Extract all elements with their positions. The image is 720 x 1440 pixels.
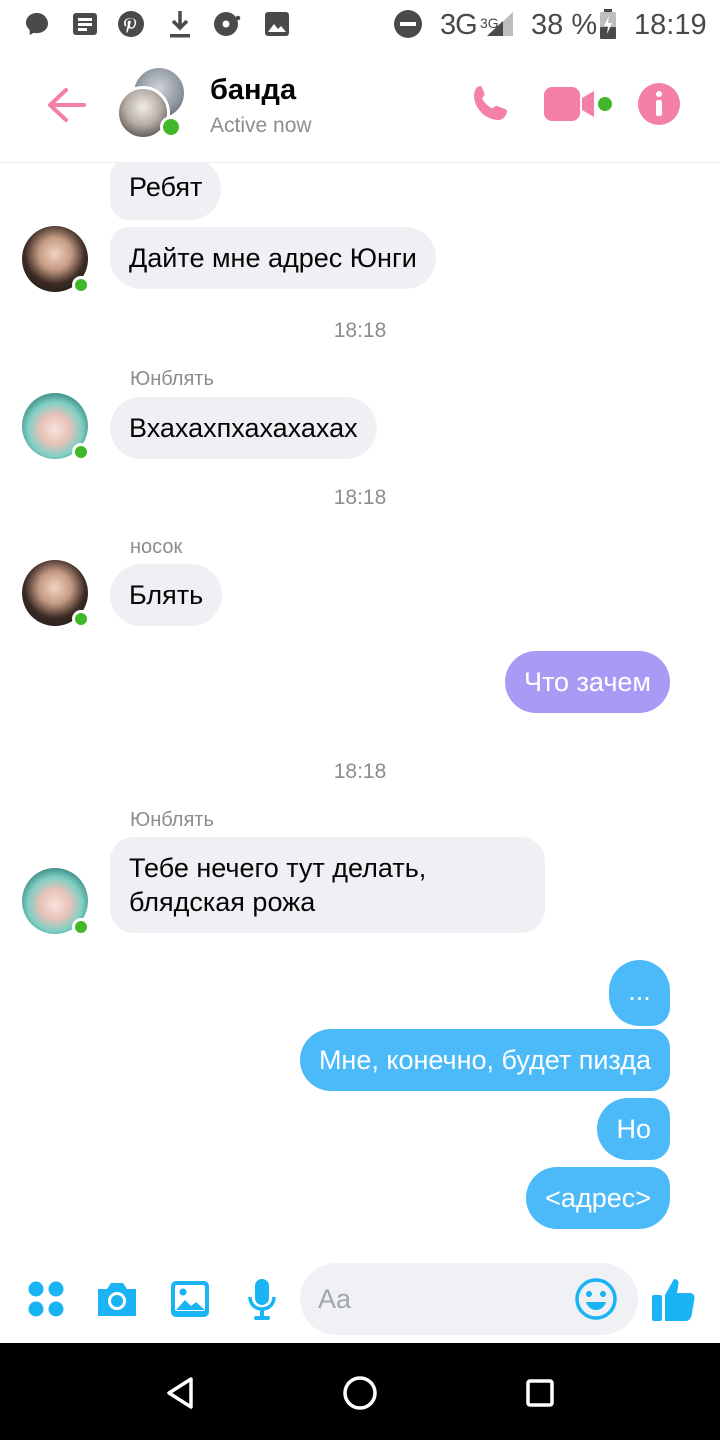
status-bar: 3G 3G 38 % 18:19 (0, 0, 720, 50)
message-bubble[interactable]: Тебе нечего тут делать, блядская рожа (110, 837, 545, 933)
like-button[interactable] (650, 1275, 698, 1323)
dnd-icon (393, 8, 423, 40)
avatar[interactable] (22, 868, 90, 936)
camera-icon (98, 1283, 136, 1316)
message-bubble[interactable]: Вхахахпхахахахах (110, 397, 377, 459)
thumbs-up-icon (652, 1279, 695, 1321)
back-button[interactable] (40, 80, 92, 130)
chat-title[interactable]: банда (210, 74, 296, 107)
group-avatar[interactable] (116, 68, 188, 140)
battery-icon (596, 8, 620, 40)
battery-percent: 38 % (531, 9, 598, 41)
chat-header: банда Active now (0, 50, 720, 163)
nav-home-button[interactable] (338, 1371, 382, 1415)
nav-back-button[interactable] (158, 1371, 202, 1415)
smiley-icon (575, 1278, 617, 1320)
video-call-button[interactable] (542, 80, 614, 128)
sender-name: Юнблять (130, 368, 214, 390)
image-icon (262, 8, 292, 40)
online-indicator (72, 918, 90, 936)
pinterest-icon (116, 8, 146, 40)
timestamp: 18:18 (333, 760, 387, 783)
image-icon (171, 1281, 209, 1317)
message-input-container[interactable] (300, 1263, 638, 1335)
timestamp: 18:18 (333, 319, 387, 342)
sender-name: носок (130, 536, 183, 558)
online-indicator (72, 610, 90, 628)
square-recents-icon (526, 1379, 554, 1407)
avatar[interactable] (22, 560, 90, 628)
music-icon (213, 8, 243, 40)
network-type: 3G (440, 9, 478, 41)
message-bubble[interactable]: Ребят (110, 163, 222, 220)
messenger-icon (22, 8, 52, 40)
voice-message-button[interactable] (238, 1275, 286, 1323)
chat-status: Active now (210, 114, 312, 137)
phone-icon (474, 86, 507, 120)
nav-recents-button[interactable] (518, 1371, 562, 1415)
voice-call-button[interactable] (466, 80, 514, 128)
online-indicator (160, 116, 182, 138)
news-icon (70, 8, 100, 40)
more-actions-button[interactable] (22, 1275, 70, 1323)
back-arrow-icon (48, 88, 86, 122)
camera-button[interactable] (93, 1275, 141, 1323)
system-nav-bar (0, 1343, 720, 1440)
message-bubble-outgoing[interactable]: Мне, конечно, будет пизда (299, 1029, 670, 1091)
message-input[interactable] (318, 1279, 568, 1319)
four-dots-icon (28, 1281, 64, 1317)
message-bubble-outgoing[interactable]: Но (597, 1098, 670, 1160)
timestamp: 18:18 (333, 486, 387, 509)
circle-home-icon (343, 1376, 377, 1410)
message-list[interactable]: Ребят Дайте мне адрес Юнги 18:18 Юнблять… (0, 163, 720, 1255)
message-bubble[interactable]: Дайте мне адрес Юнги (110, 227, 436, 289)
info-button[interactable] (636, 80, 682, 128)
avatar[interactable] (22, 226, 90, 294)
online-indicator (72, 276, 90, 294)
message-bubble[interactable]: Блять (110, 564, 223, 626)
clock: 18:19 (634, 9, 707, 41)
info-icon (638, 83, 680, 125)
message-bubble-outgoing[interactable]: <адрес> (526, 1167, 670, 1229)
message-bubble-outgoing[interactable]: Что зачем (504, 651, 670, 713)
triangle-back-icon (167, 1377, 193, 1409)
sender-name: Юнблять (130, 809, 214, 831)
composer-bar (0, 1255, 720, 1343)
emoji-button[interactable] (574, 1277, 618, 1321)
online-indicator (72, 443, 90, 461)
video-camera-icon (544, 87, 612, 121)
microphone-icon (248, 1279, 276, 1320)
download-icon (165, 8, 195, 40)
signal-icon (484, 8, 516, 40)
gallery-button[interactable] (166, 1275, 214, 1323)
message-bubble-outgoing[interactable]: ... (609, 960, 670, 1026)
avatar[interactable] (22, 393, 90, 461)
